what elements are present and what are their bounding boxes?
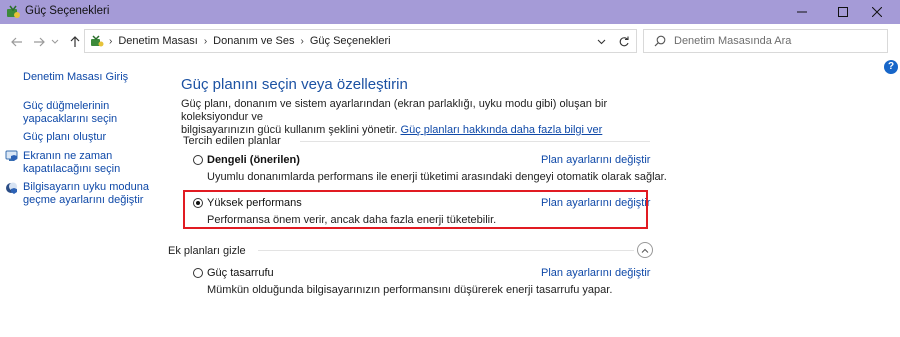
sidebar-item-label: geçme ayarlarını değiştir — [23, 194, 144, 206]
page-title: Güç planını seçin veya özelleştirin — [181, 76, 408, 93]
power-options-icon — [7, 5, 20, 18]
breadcrumb-item-hardware-sound[interactable]: Donanım ve Ses — [213, 35, 294, 47]
radio-power-saver[interactable] — [193, 268, 203, 278]
learn-more-link[interactable]: Güç planları hakkında daha fazla bilgi v… — [401, 124, 603, 136]
breadcrumb-item-control-panel[interactable]: Denetim Masası — [118, 35, 197, 47]
chevron-down-icon — [51, 39, 59, 44]
plan-name[interactable]: Güç tasarrufu — [207, 267, 274, 279]
control-panel-icon — [91, 35, 104, 47]
sidebar-item-label: Ekranın ne zaman — [23, 150, 113, 162]
recent-locations-button[interactable] — [50, 33, 60, 51]
display-shield-icon — [5, 150, 18, 161]
sidebar-item-label: kapatılacağını seçin — [23, 163, 121, 175]
close-icon — [872, 7, 882, 17]
sidebar-item-label: Bilgisayarın uyku moduna — [23, 181, 149, 193]
plan-description: Uyumlu donanımlarda performans ile enerj… — [207, 171, 667, 183]
window-title: Güç Seçenekleri — [25, 5, 110, 17]
back-button[interactable] — [8, 33, 26, 51]
sleep-moon-shield-icon — [6, 182, 17, 194]
address-bar[interactable]: › Denetim Masası › Donanım ve Ses › Güç … — [84, 29, 637, 53]
preferred-plans-label: Tercih edilen planlar — [183, 135, 281, 147]
plan-description: Mümkün olduğunda bilgisayarınızın perfor… — [207, 284, 613, 296]
sidebar-item-label: yapacaklarını seçin — [23, 113, 118, 125]
search-icon — [654, 35, 666, 47]
change-plan-settings-link[interactable]: Plan ayarlarını değiştir — [541, 267, 650, 279]
divider — [300, 141, 650, 142]
minimize-icon — [797, 11, 807, 13]
description-line: Güç planı, donanım ve sistem ayarlarında… — [181, 98, 608, 123]
close-button[interactable] — [854, 0, 900, 24]
radio-balanced[interactable] — [193, 155, 203, 165]
maximize-icon — [838, 7, 848, 17]
sidebar-item-power-buttons[interactable]: Güç düğmelerinin yapacaklarını seçin — [23, 100, 117, 126]
sidebar-item-create-plan[interactable]: Güç planı oluştur — [23, 131, 106, 144]
hide-extra-plans-label[interactable]: Ek planları gizle — [168, 245, 246, 257]
sidebar-item-home[interactable]: Denetim Masası Giriş — [23, 71, 128, 84]
search-box[interactable] — [643, 29, 888, 53]
breadcrumb-separator-icon: › — [300, 35, 304, 47]
divider — [258, 250, 634, 251]
change-plan-settings-link[interactable]: Plan ayarlarını değiştir — [541, 154, 650, 166]
breadcrumb-separator-icon: › — [203, 35, 208, 47]
search-input[interactable] — [674, 33, 874, 49]
arrow-right-icon — [34, 37, 45, 47]
sidebar-item-display-off[interactable]: Ekranın ne zaman kapatılacağını seçin — [23, 150, 120, 176]
title-bar: Güç Seçenekleri — [0, 0, 900, 24]
sidebar-item-label: Güç planı oluştur — [23, 131, 107, 143]
forward-button[interactable] — [30, 33, 48, 51]
up-button[interactable] — [66, 33, 84, 51]
sidebar-item-sleep-settings[interactable]: Bilgisayarın uyku moduna geçme ayarların… — [23, 181, 149, 207]
sidebar-item-label: Güç düğmelerinin — [23, 100, 110, 112]
refresh-icon — [619, 36, 629, 47]
breadcrumb: › Denetim Masası › Donanım ve Ses › Güç … — [109, 35, 391, 47]
minimize-button[interactable] — [779, 0, 825, 24]
highlight-box — [183, 190, 648, 229]
chevron-down-icon — [597, 39, 605, 45]
arrow-up-icon — [70, 36, 80, 47]
plan-name[interactable]: Dengeli (önerilen) — [207, 154, 300, 166]
breadcrumb-separator-icon: › — [109, 35, 113, 47]
navigation-bar: › Denetim Masası › Donanım ve Ses › Güç … — [0, 24, 900, 60]
refresh-button[interactable] — [615, 34, 633, 50]
arrow-left-icon — [11, 37, 22, 47]
address-dropdown-button[interactable] — [593, 34, 609, 50]
page-description: Güç planı, donanım ve sistem ayarlarında… — [181, 98, 641, 137]
chevron-up-icon — [641, 248, 649, 253]
collapse-button[interactable] — [637, 242, 653, 258]
help-icon[interactable]: ? — [884, 60, 898, 74]
breadcrumb-item-power-options[interactable]: Güç Seçenekleri — [310, 35, 391, 47]
